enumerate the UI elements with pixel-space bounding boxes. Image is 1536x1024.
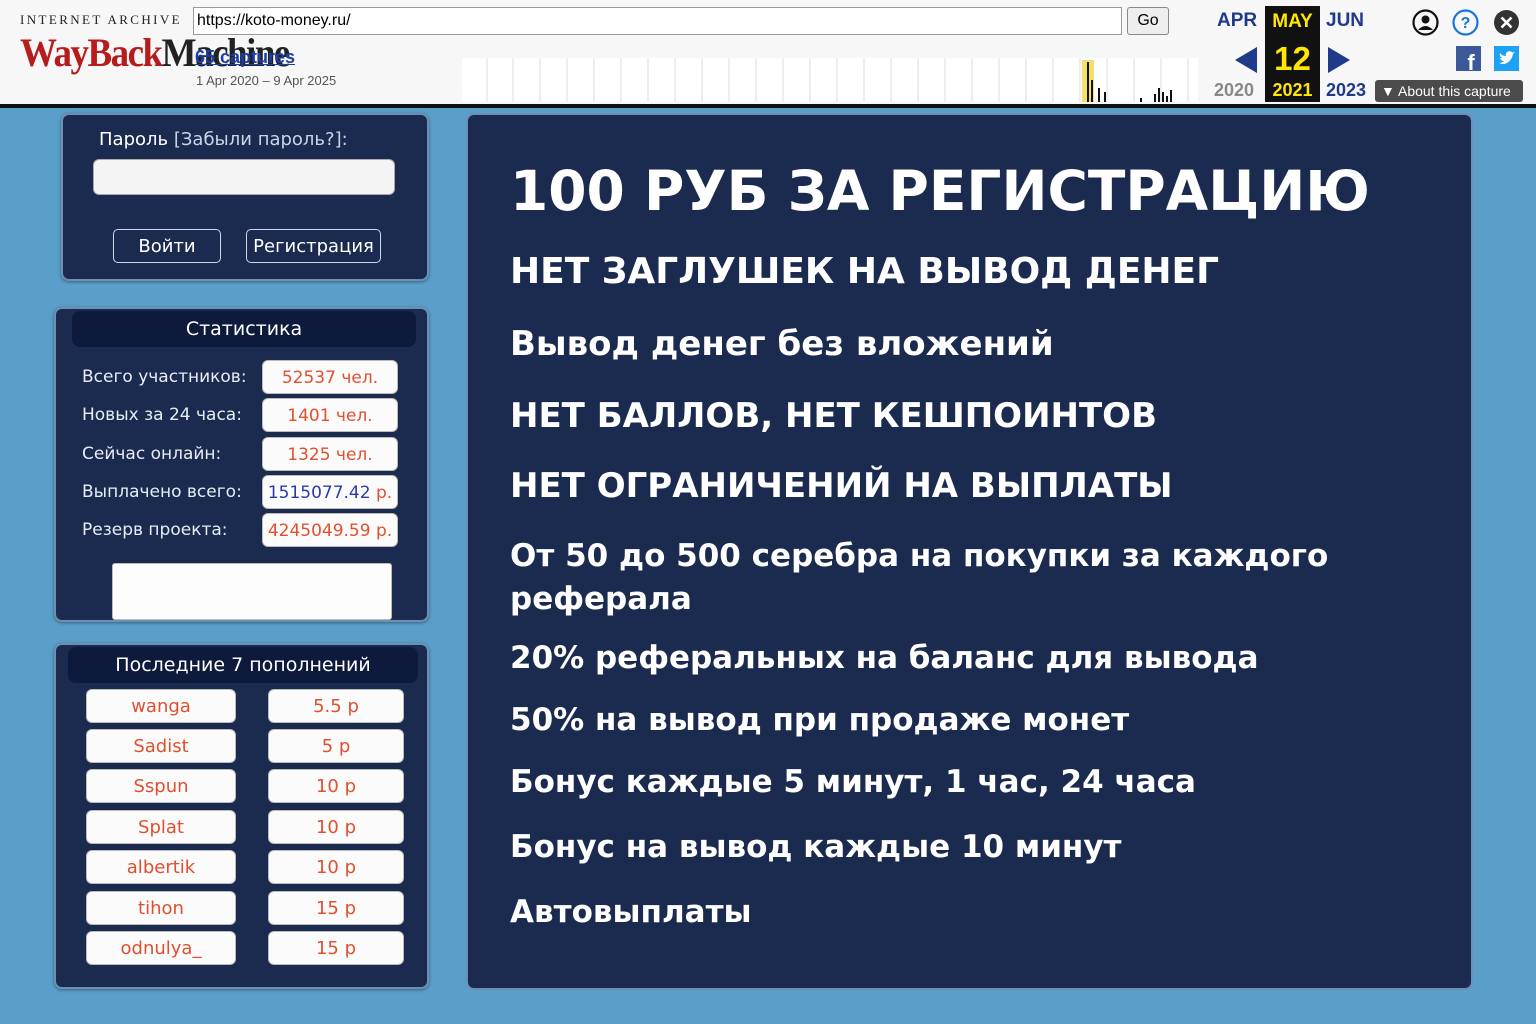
deposit-username: odnulya_ [86, 931, 236, 965]
promo-line: 20% реферальных на баланс для вывода [510, 640, 1259, 676]
about-capture-dropdown[interactable]: ▼ About this capture [1375, 80, 1523, 102]
deposit-username: Sspun [86, 769, 236, 803]
deposit-username: Sadist [86, 729, 236, 763]
stat-label: Новых за 24 часа: [82, 405, 242, 425]
last-deposits-panel: Последние 7 пополнений wanga 5.5 р Sadis… [54, 643, 429, 989]
promo-line: Бонус на вывод каждые 10 минут [510, 829, 1122, 865]
deposit-username: tihon [86, 891, 236, 925]
capture-date-range: 1 Apr 2020 – 9 Apr 2025 [196, 73, 337, 88]
next-capture-arrow-icon[interactable] [1328, 47, 1350, 73]
capture-sparkline[interactable] [462, 58, 1198, 102]
go-button[interactable]: Go [1127, 7, 1169, 35]
internet-archive-label: INTERNET ARCHIVE [20, 12, 183, 27]
current-capture-date: MAY 12 2021 [1265, 6, 1320, 102]
statistics-title: Статистика [72, 311, 416, 347]
facebook-icon[interactable]: f [1456, 46, 1481, 71]
prev-year-label[interactable]: 2020 [1214, 80, 1254, 101]
twitter-icon[interactable] [1494, 46, 1519, 71]
deposit-username: Splat [86, 810, 236, 844]
deposit-amount: 10 р [268, 850, 404, 884]
password-label: Пароль [Забыли пароль?]: [99, 129, 348, 150]
svg-text:f: f [1467, 50, 1475, 71]
promo-line: От 50 до 500 серебра на покупки за каждо… [510, 538, 1329, 574]
deposit-username: albertik [86, 850, 236, 884]
stat-new-24h: 1401 чел. [262, 398, 398, 432]
caret-down-icon: ▼ [1381, 83, 1398, 99]
account-icon[interactable] [1412, 9, 1439, 36]
promo-line: Автовыплаты [510, 894, 752, 930]
stat-project-reserve: 4245049.59 р. [262, 513, 398, 547]
promo-line: реферала [510, 581, 692, 617]
register-button[interactable]: Регистрация [246, 229, 381, 263]
deposit-amount: 5 р [268, 729, 404, 763]
promo-headline: 100 РУБ ЗА РЕГИСТРАЦИЮ [510, 159, 1370, 223]
promo-line: НЕТ ЗАГЛУШЕК НА ВЫВОД ДЕНЕГ [510, 251, 1220, 292]
stat-paid-total: 1515077.42 р. [262, 475, 398, 509]
last-deposits-title: Последние 7 пополнений [68, 647, 418, 683]
forgot-password-link[interactable]: [Забыли пароль?]: [174, 129, 348, 150]
stat-total-members: 52537 чел. [262, 360, 398, 394]
stat-label: Всего участников: [82, 367, 247, 387]
next-year-label[interactable]: 2023 [1326, 80, 1366, 101]
deposit-amount: 15 р [268, 891, 404, 925]
captures-link[interactable]: 65 captures [195, 47, 295, 68]
deposit-amount: 15 р [268, 931, 404, 965]
prev-month-label[interactable]: APR [1217, 10, 1257, 32]
promo-line: Вывод денег без вложений [510, 324, 1054, 364]
stats-banner-slot [112, 563, 392, 620]
promo-line: Бонус каждые 5 минут, 1 час, 24 часа [510, 764, 1196, 800]
statistics-panel: Статистика Всего участников: 52537 чел. … [54, 307, 429, 622]
promo-line: НЕТ БАЛЛОВ, НЕТ КЕШПОИНТОВ [510, 396, 1157, 436]
login-panel: Пароль [Забыли пароль?]: Войти Регистрац… [61, 113, 429, 281]
wayback-toolbar: INTERNET ARCHIVE WayBackMachine https://… [0, 0, 1536, 108]
password-input[interactable] [93, 159, 395, 195]
deposit-amount: 5.5 р [268, 689, 404, 723]
next-month-label[interactable]: JUN [1326, 10, 1364, 32]
stat-online-now: 1325 чел. [262, 437, 398, 471]
url-input[interactable]: https://koto-money.ru/ [193, 7, 1122, 35]
help-icon[interactable]: ? [1452, 9, 1479, 36]
promo-line: НЕТ ОГРАНИЧЕНИЙ НА ВЫПЛАТЫ [510, 466, 1173, 506]
promo-panel: 100 РУБ ЗА РЕГИСТРАЦИЮ НЕТ ЗАГЛУШЕК НА В… [466, 113, 1473, 990]
svg-text:?: ? [1461, 15, 1471, 32]
promo-line: 50% на вывод при продаже монет [510, 702, 1130, 738]
close-icon[interactable] [1493, 9, 1520, 36]
login-button[interactable]: Войти [113, 229, 221, 263]
deposit-amount: 10 р [268, 810, 404, 844]
stat-label: Сейчас онлайн: [82, 444, 222, 464]
stat-label: Резерв проекта: [82, 520, 228, 540]
deposit-username: wanga [86, 689, 236, 723]
prev-capture-arrow-icon[interactable] [1235, 47, 1257, 73]
stat-label: Выплачено всего: [82, 482, 242, 502]
deposit-amount: 10 р [268, 769, 404, 803]
